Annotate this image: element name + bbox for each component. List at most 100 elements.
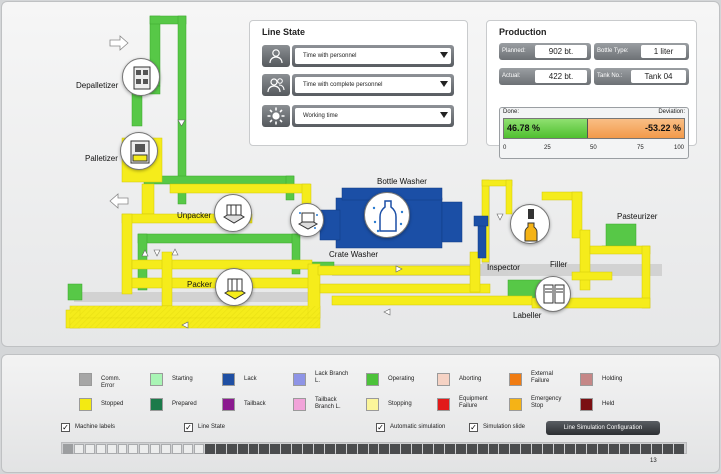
simulation-step[interactable] (423, 444, 433, 454)
simulation-step[interactable] (510, 444, 521, 454)
tick-0: 0 (503, 145, 507, 151)
complete-personnel-select-value: Time with complete personnel (303, 82, 383, 88)
legend-label: Emergency Stop (531, 396, 562, 409)
check-icon[interactable]: ✓ (469, 423, 478, 432)
simulation-step[interactable] (270, 444, 281, 454)
line-state-row-working-time[interactable]: Working time (262, 105, 454, 127)
line-state-label: Line State (198, 424, 226, 430)
legend-panel (1, 354, 720, 473)
simulation-step[interactable] (466, 444, 477, 454)
simulation-step[interactable] (597, 444, 608, 454)
simulation-step[interactable] (575, 444, 586, 454)
simulation-step[interactable] (346, 444, 357, 454)
simulation-step[interactable] (434, 444, 444, 454)
simulation-step[interactable] (554, 444, 564, 454)
packer-icon[interactable] (215, 268, 253, 306)
simulation-step[interactable] (139, 444, 150, 454)
chevron-down-icon[interactable] (440, 112, 448, 118)
simulation-step[interactable] (84, 444, 95, 454)
line-state-row-complete-personnel[interactable]: Time with complete personnel (262, 74, 454, 96)
complete-personnel-select[interactable]: Time with complete personnel (292, 74, 454, 96)
simulation-step[interactable] (313, 444, 324, 454)
palletizer-icon[interactable] (120, 132, 158, 170)
simulation-step[interactable] (674, 444, 684, 454)
simulation-step[interactable] (499, 444, 510, 454)
simulation-step[interactable] (248, 444, 259, 454)
simulation-step[interactable] (641, 444, 652, 454)
simulation-slider[interactable] (61, 442, 687, 454)
simulation-step[interactable] (73, 444, 84, 454)
simulation-step[interactable] (488, 444, 499, 454)
legend-label: External Failure (531, 371, 554, 384)
person-icon (262, 45, 290, 67)
simulation-step[interactable] (663, 444, 674, 454)
production-row-planned: Planned: 902 bt. Bottle Type: 1 liter (499, 43, 689, 60)
simulation-step[interactable] (95, 444, 106, 454)
filler-icon[interactable] (510, 204, 550, 244)
check-icon[interactable]: ✓ (376, 423, 385, 432)
simulation-step[interactable] (608, 444, 619, 454)
line-simulation-configuration-button[interactable]: Line Simulation Configuration (546, 421, 660, 435)
check-icon[interactable]: ✓ (61, 423, 70, 432)
legend-swatch (150, 373, 163, 386)
simulation-step[interactable] (172, 444, 183, 454)
done-progress-bar: 46.78 % -53.22 % (503, 118, 685, 139)
simulation-step[interactable] (477, 444, 488, 454)
depalletizer-icon[interactable] (122, 58, 160, 96)
simulation-step[interactable] (412, 444, 423, 454)
simulation-step[interactable] (335, 444, 346, 454)
legend-swatch (509, 398, 522, 411)
simulation-step[interactable] (259, 444, 270, 454)
depalletizer-label: Depalletizer (76, 81, 119, 90)
legend-external-failure: External Failure (509, 371, 569, 387)
legend-swatch (580, 373, 593, 386)
personnel-select[interactable]: Time with personnel (292, 45, 454, 67)
simulation-step[interactable] (128, 444, 139, 454)
simulation-step[interactable] (204, 444, 215, 454)
chevron-down-icon[interactable] (440, 52, 448, 58)
bottle-washer-icon[interactable] (364, 192, 410, 238)
chevron-down-icon[interactable] (440, 81, 448, 87)
line-state-row-personnel[interactable]: Time with personnel (262, 45, 454, 67)
simulation-step[interactable] (652, 444, 663, 454)
simulation-step[interactable] (183, 444, 193, 454)
simulation-step[interactable] (215, 444, 226, 454)
tick-25: 25 (544, 145, 551, 151)
simulation-step[interactable] (368, 444, 379, 454)
legend-label: Prepared (172, 401, 197, 407)
simulation-step[interactable] (543, 444, 554, 454)
simulation-step[interactable] (521, 444, 532, 454)
simulation-step[interactable] (455, 444, 466, 454)
simulation-step[interactable] (303, 444, 313, 454)
simulation-step[interactable] (630, 444, 641, 454)
simulation-step[interactable] (357, 444, 368, 454)
simulation-step[interactable] (292, 444, 303, 454)
working-time-select[interactable]: Working time (292, 105, 454, 127)
simulation-step[interactable] (150, 444, 161, 454)
labeller-icon[interactable] (535, 276, 571, 312)
simulation-step[interactable] (444, 444, 455, 454)
legend-emergency-stop: Emergency Stop (509, 396, 569, 412)
simulation-step[interactable] (401, 444, 412, 454)
simulation-step[interactable] (63, 444, 73, 454)
simulation-step[interactable] (161, 444, 172, 454)
simulation-step[interactable] (586, 444, 597, 454)
actual-label: Actual: (502, 73, 521, 79)
simulation-step[interactable] (226, 444, 237, 454)
simulation-step[interactable] (390, 444, 401, 454)
working-time-select-value: Working time (303, 113, 338, 119)
crate-washer-icon[interactable] (290, 203, 324, 237)
bottle-type-label: Bottle Type: (597, 48, 629, 54)
simulation-step[interactable] (106, 444, 117, 454)
simulation-step[interactable] (117, 444, 128, 454)
simulation-step[interactable] (532, 444, 543, 454)
simulation-step[interactable] (237, 444, 248, 454)
simulation-step[interactable] (379, 444, 390, 454)
simulation-step[interactable] (564, 444, 575, 454)
simulation-step[interactable] (324, 444, 335, 454)
check-icon[interactable]: ✓ (184, 423, 193, 432)
simulation-step[interactable] (193, 444, 204, 454)
simulation-step[interactable] (281, 444, 292, 454)
simulation-step[interactable] (619, 444, 630, 454)
unpacker-icon[interactable] (214, 194, 252, 232)
